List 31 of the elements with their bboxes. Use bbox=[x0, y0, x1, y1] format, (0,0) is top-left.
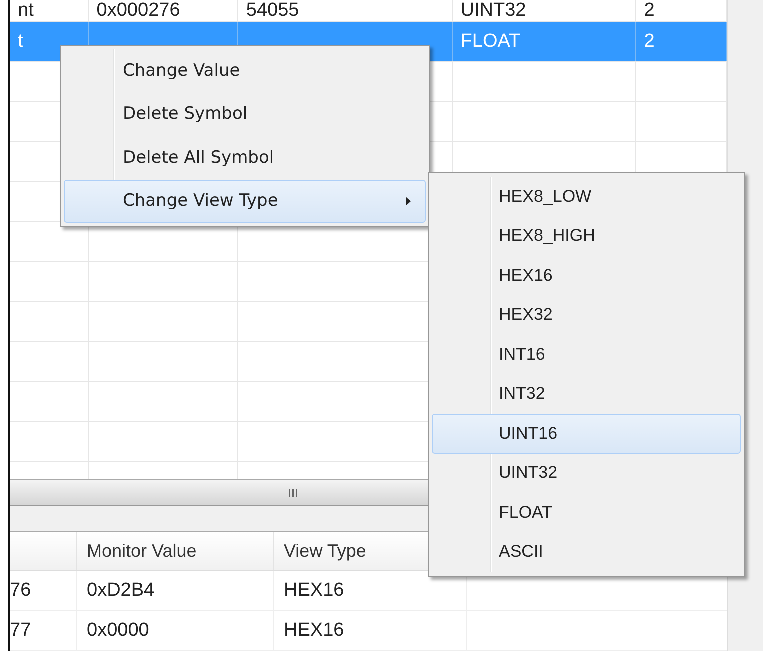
table-cell: FLOAT bbox=[460, 31, 521, 52]
table-cell: 2 bbox=[644, 31, 655, 52]
menu-item[interactable]: INT32 bbox=[432, 374, 741, 414]
menu-item[interactable]: Delete All Symbol bbox=[64, 136, 426, 180]
menu-item[interactable]: UINT16 bbox=[432, 414, 741, 454]
menu-item[interactable]: FLOAT bbox=[432, 493, 741, 532]
grip-icon bbox=[289, 488, 298, 497]
table-cell: 0x000276 bbox=[96, 0, 180, 21]
menu-item[interactable]: ASCII bbox=[432, 532, 741, 572]
menu-item[interactable]: HEX8_LOW bbox=[432, 177, 741, 216]
column-header[interactable]: View Type bbox=[284, 541, 366, 561]
table-cell: 76 bbox=[10, 580, 32, 601]
table-cell: 77 bbox=[10, 620, 32, 641]
table-cell: 0x0000 bbox=[87, 620, 150, 641]
menu-item[interactable]: Change View Type bbox=[64, 180, 426, 223]
menu-item[interactable]: HEX16 bbox=[432, 256, 741, 296]
table-cell: HEX16 bbox=[284, 580, 344, 601]
table-cell: nt bbox=[18, 0, 34, 21]
table-cell: t bbox=[18, 31, 24, 52]
table-cell: UINT32 bbox=[460, 0, 526, 21]
menu-item[interactable]: HEX8_HIGH bbox=[432, 216, 741, 256]
table-cell: HEX16 bbox=[284, 620, 344, 641]
menu-item[interactable]: Delete Symbol bbox=[64, 92, 426, 136]
menu-item[interactable]: INT16 bbox=[432, 335, 741, 374]
table-cell: 0xD2B4 bbox=[87, 580, 155, 601]
menu-item[interactable]: HEX32 bbox=[432, 296, 741, 335]
menu-item[interactable]: UINT32 bbox=[432, 454, 741, 493]
table-cell: 2 bbox=[644, 0, 655, 21]
table-cell: 54055 bbox=[246, 0, 300, 21]
caret-icon bbox=[406, 196, 411, 206]
column-header[interactable]: Monitor Value bbox=[87, 541, 197, 561]
